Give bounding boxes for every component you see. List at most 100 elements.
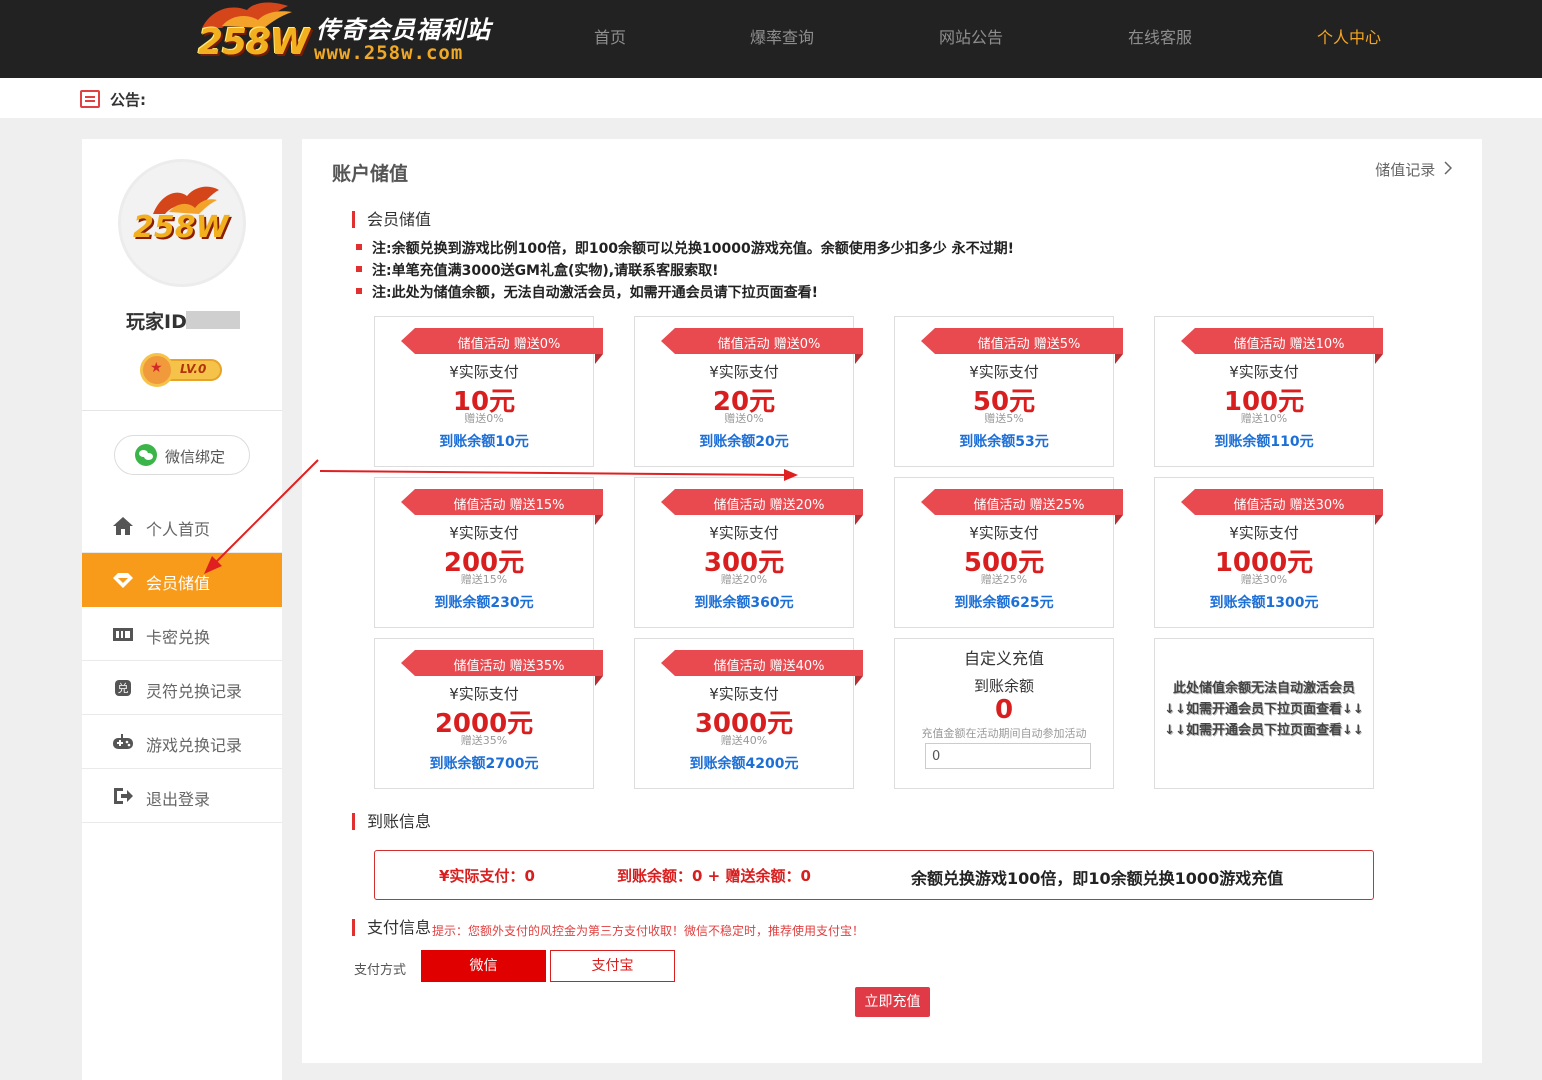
pay-label: ¥实际支付	[969, 524, 1039, 542]
arrival-info-heading: 到账信息	[352, 813, 431, 830]
package-bonus: 赠送10%	[1240, 412, 1288, 425]
custom-recharge-title: 自定义充值	[963, 649, 1044, 668]
recharge-package-card[interactable]: 储值活动 赠送5% ¥实际支付 50元 赠送5% 到账余额53元	[894, 316, 1123, 467]
svg-text:兑: 兑	[118, 681, 129, 695]
sidebar-item-game-records[interactable]: 游戏兑换记录	[82, 715, 282, 769]
logo-url: www.258w.com	[314, 42, 464, 64]
wechat-bind-button[interactable]: 微信绑定	[114, 435, 250, 475]
sidebar-item-label: 灵符兑换记录	[146, 682, 243, 701]
promo-ribbon: 储值活动 赠送10%	[1181, 328, 1383, 364]
sidebar-item-member-recharge[interactable]: 会员储值	[82, 553, 282, 607]
package-credit: 到账余额625元	[954, 595, 1054, 611]
diamond-icon	[112, 570, 134, 590]
announcement-label: 公告:	[110, 91, 146, 109]
promo-ribbon: 储值活动 赠送25%	[921, 489, 1123, 525]
package-credit: 到账余额230元	[434, 595, 534, 611]
sidebar-item-label: 退出登录	[146, 790, 211, 809]
package-credit: 到账余额1300元	[1209, 595, 1319, 611]
pay-label: ¥实际支付	[449, 363, 519, 381]
promo-ribbon: 储值活动 赠送5%	[921, 328, 1123, 364]
custom-recharge-hint: 充值金额在活动期间自动参加活动	[921, 727, 1087, 740]
recharge-package-card[interactable]: 储值活动 赠送20% ¥实际支付 300元 赠送20% 到账余额360元	[634, 477, 863, 628]
custom-recharge-card[interactable]: 自定义充值 到账余额 0 充值金额在活动期间自动参加活动	[894, 638, 1114, 789]
note-line: 注:余额兑换到游戏比例100倍，即100余额可以兑换10000游戏充值。余额使用…	[355, 238, 1014, 258]
recharge-package-card[interactable]: 储值活动 赠送15% ¥实际支付 200元 赠送15% 到账余额230元	[374, 477, 603, 628]
note-line: 注:此处为储值余额，无法自动激活会员，如需开通会员请下拉页面查看!	[356, 282, 818, 302]
recharge-package-card[interactable]: 储值活动 赠送0% ¥实际支付 10元 赠送0% 到账余额10元	[374, 316, 603, 467]
pay-label: ¥实际支付	[449, 524, 519, 542]
chevron-right-icon	[1444, 161, 1453, 179]
package-credit: 到账余额110元	[1214, 434, 1314, 450]
recharge-records-link[interactable]: 储值记录	[1375, 159, 1453, 180]
sidebar-item-home[interactable]: 个人首页	[82, 499, 282, 553]
recharge-package-card[interactable]: 储值活动 赠送40% ¥实际支付 3000元 赠送40% 到账余额4200元	[634, 638, 863, 789]
package-credit: 到账余额53元	[959, 434, 1049, 450]
promo-ribbon-text: 储值活动 赠送25%	[973, 498, 1085, 513]
warning-line: ↓↓如需开通会员下拉页面查看↓↓	[1164, 702, 1364, 717]
pay-alipay-button[interactable]: 支付宝	[550, 950, 675, 982]
wechat-bind-label: 微信绑定	[165, 448, 226, 466]
package-bonus: 赠送35%	[460, 734, 508, 747]
sidebar: 258W 玩家ID LV.0 微信绑定 个人首页 会员储值 卡密兑换 兑 灵符兑…	[82, 139, 282, 1080]
promo-ribbon: 储值活动 赠送40%	[661, 650, 863, 686]
wechat-icon	[135, 444, 157, 466]
promo-ribbon: 储值活动 赠送35%	[401, 650, 603, 686]
arrival-pay-amount: ¥实际支付：0	[439, 867, 535, 885]
pay-label: ¥实际支付	[1229, 363, 1299, 381]
recharge-package-card[interactable]: 储值活动 赠送25% ¥实际支付 500元 赠送25% 到账余额625元	[894, 477, 1123, 628]
logo-badge: 258W	[198, 22, 310, 63]
ticket-icon	[112, 624, 134, 644]
sidebar-item-talisman-records[interactable]: 兑 灵符兑换记录	[82, 661, 282, 715]
exchange-icon: 兑	[112, 678, 134, 698]
nav-user-center[interactable]: 个人中心	[1317, 24, 1381, 48]
recharge-now-button[interactable]: 立即充值	[855, 987, 930, 1017]
recharge-package-card[interactable]: 储值活动 赠送30% ¥实际支付 1000元 赠送30% 到账余额1300元	[1154, 477, 1383, 628]
sidebar-item-label: 游戏兑换记录	[146, 736, 243, 755]
payment-method-label: 支付方式	[354, 963, 407, 978]
nav-home[interactable]: 首页	[594, 24, 626, 48]
nav-drop-rate[interactable]: 爆率查询	[750, 24, 814, 48]
pay-label: ¥实际支付	[1229, 524, 1299, 542]
package-bonus: 赠送30%	[1240, 573, 1288, 586]
pay-wechat-button[interactable]: 微信	[421, 950, 546, 982]
warning-line: 此处储值余额无法自动激活会员	[1172, 681, 1355, 696]
logo-title: 传奇会员福利站	[316, 16, 491, 44]
pay-label: ¥实际支付	[709, 685, 779, 703]
announcement-bar: 公告:	[0, 78, 1542, 118]
promo-ribbon-text: 储值活动 赠送0%	[457, 337, 561, 352]
custom-amount-input[interactable]	[925, 743, 1091, 769]
member-warning-card: 此处储值余额无法自动激活会员 ↓↓如需开通会员下拉页面查看↓↓ ↓↓如需开通会员…	[1154, 638, 1374, 789]
promo-ribbon-text: 储值活动 赠送5%	[977, 337, 1081, 352]
package-credit: 到账余额10元	[439, 434, 529, 450]
member-recharge-heading: 会员储值	[352, 211, 431, 228]
promo-ribbon-text: 储值活动 赠送15%	[453, 498, 565, 513]
main-panel: 账户储值 储值记录 会员储值 注:余额兑换到游戏比例100倍，即100余额可以兑…	[302, 139, 1482, 1063]
pay-label: ¥实际支付	[709, 524, 779, 542]
exchange-rate-text: 余额兑换游戏100倍，即10余额兑换1000游戏充值	[911, 869, 1284, 888]
recharge-package-card[interactable]: 储值活动 赠送10% ¥实际支付 100元 赠送10% 到账余额110元	[1154, 316, 1383, 467]
package-bonus: 赠送20%	[720, 573, 768, 586]
logout-icon	[112, 786, 134, 806]
site-logo[interactable]: 258W 传奇会员福利站 www.258w.com	[192, 0, 502, 78]
recharge-package-card[interactable]: 储值活动 赠送0% ¥实际支付 20元 赠送0% 到账余额20元	[634, 316, 863, 467]
pay-label: ¥实际支付	[709, 363, 779, 381]
package-credit: 到账余额4200元	[689, 756, 799, 772]
nav-announcements[interactable]: 网站公告	[939, 24, 1003, 48]
promo-ribbon-text: 储值活动 赠送10%	[1233, 337, 1345, 352]
sidebar-item-card-redeem[interactable]: 卡密兑换	[82, 607, 282, 661]
package-bonus: 赠送5%	[984, 412, 1024, 425]
promo-ribbon-text: 储值活动 赠送20%	[713, 498, 825, 513]
package-bonus: 赠送15%	[460, 573, 508, 586]
sidebar-item-logout[interactable]: 退出登录	[82, 769, 282, 823]
recharge-package-card[interactable]: 储值活动 赠送35% ¥实际支付 2000元 赠送35% 到账余额2700元	[374, 638, 603, 789]
arrival-summary: ¥实际支付：0 到账余额：0 + 赠送余额：0 余额兑换游戏100倍，即10余额…	[374, 850, 1374, 900]
payment-info-heading: 支付信息	[352, 919, 431, 936]
sidebar-item-label: 会员储值	[146, 574, 211, 593]
level-text: LV.0	[180, 362, 207, 376]
nav-customer-service[interactable]: 在线客服	[1128, 24, 1192, 48]
promo-ribbon-text: 储值活动 赠送35%	[453, 659, 565, 674]
package-bonus: 赠送40%	[720, 734, 768, 747]
level-badge: LV.0	[140, 353, 222, 387]
level-star-icon	[140, 353, 174, 387]
top-navbar: 258W 传奇会员福利站 www.258w.com 首页 爆率查询 网站公告 在…	[0, 0, 1542, 78]
